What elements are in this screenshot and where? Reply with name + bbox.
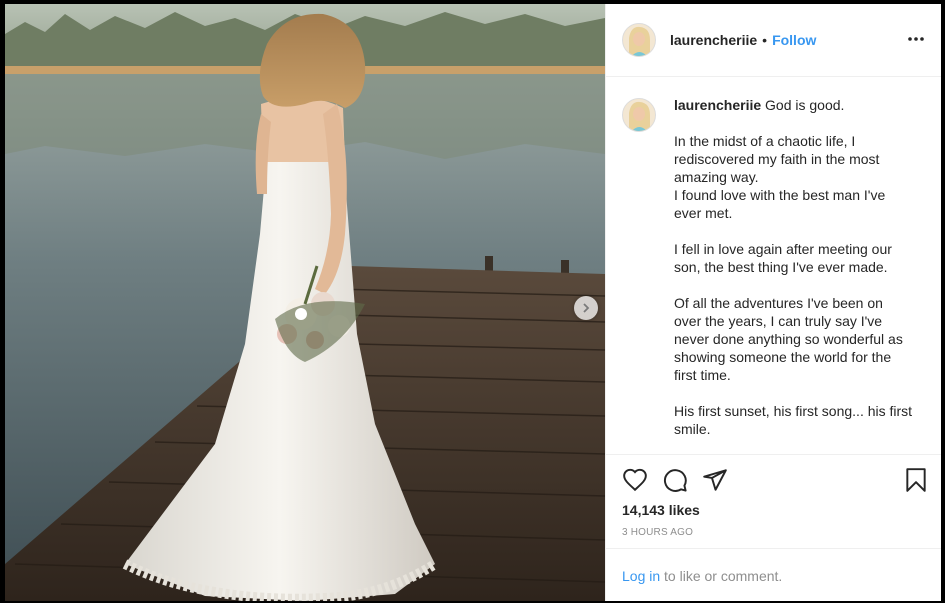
post-timestamp: 3 HOURS AGO (622, 527, 694, 538)
post-side-panel: laurencheriie • Follow laurencheriie God… (605, 4, 941, 601)
header-username[interactable]: laurencheriie (670, 32, 757, 48)
caption-opening: God is good. (765, 97, 845, 113)
wedding-photo-illustration (5, 4, 605, 601)
likes-count[interactable]: 14,143 likes (622, 502, 700, 518)
post-photo[interactable] (5, 4, 605, 601)
caption-paragraph: Of all the adventures I've been on over … (674, 294, 914, 384)
post-header: laurencheriie • Follow (606, 4, 941, 77)
caption-paragraph: His first sunset, his first song... his … (674, 402, 914, 438)
comment-icon[interactable] (662, 467, 688, 493)
chevron-right-icon (581, 303, 591, 313)
carousel-next-button[interactable] (574, 296, 598, 320)
caption-line: I found love with the best man I've ever… (674, 187, 886, 221)
more-options-icon[interactable] (907, 30, 925, 48)
login-prompt: Log in to like or comment. (606, 548, 941, 602)
bookmark-icon[interactable] (903, 467, 929, 493)
avatar[interactable] (622, 23, 656, 57)
caption-line: In the midst of a chaotic life, I redisc… (674, 133, 880, 185)
avatar[interactable] (622, 98, 656, 132)
caption-username[interactable]: laurencheriie (674, 97, 761, 113)
caption-first-line: laurencheriie God is good. (674, 96, 914, 114)
caption-paragraph: In the midst of a chaotic life, I redisc… (674, 132, 914, 222)
caption-line: His first sunset, his first song... his … (674, 403, 913, 437)
follow-button[interactable]: Follow (772, 32, 816, 48)
share-icon[interactable] (702, 467, 728, 493)
caption-line: I fell in love again after meeting our s… (674, 241, 892, 275)
caption-area: laurencheriie God is good. In the midst … (622, 96, 927, 452)
login-rest-text: to like or comment. (660, 567, 783, 584)
caption-text: laurencheriie God is good. In the midst … (674, 96, 914, 452)
separator-dot: • (762, 32, 768, 48)
caption-line: Of all the adventures I've been on over … (674, 295, 903, 383)
post-modal: laurencheriie • Follow laurencheriie God… (0, 0, 945, 601)
login-link[interactable]: Log in (622, 568, 660, 584)
caption-paragraph: I fell in love again after meeting our s… (674, 240, 914, 276)
heart-icon[interactable] (622, 467, 648, 493)
login-text: Log in to like or comment. (622, 568, 782, 584)
